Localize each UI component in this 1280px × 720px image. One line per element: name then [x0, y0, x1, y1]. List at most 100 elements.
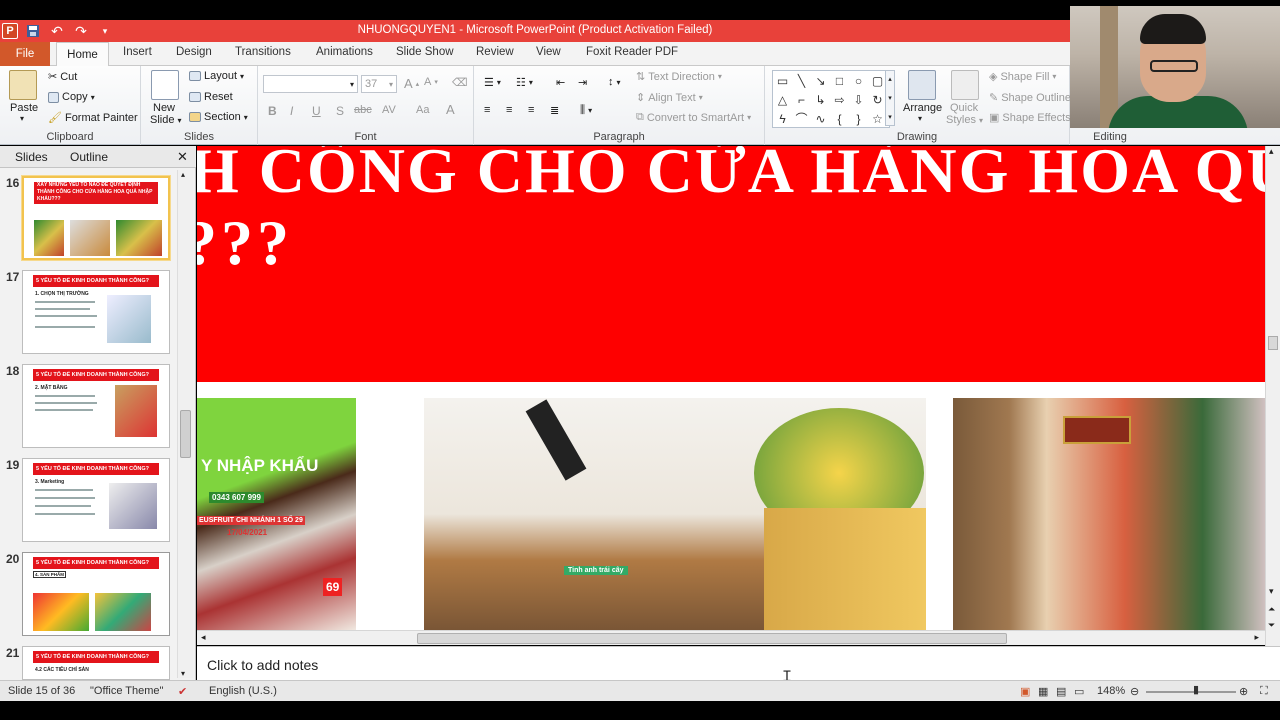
right-arrow-shape-icon[interactable]: ⇨	[830, 90, 849, 109]
elbow-arrow-icon[interactable]: ↳	[811, 90, 830, 109]
previous-slide-icon[interactable]: ⏶	[1268, 604, 1275, 615]
layout-button[interactable]: Layout ▾	[189, 70, 244, 82]
notes-placeholder[interactable]: Click to add notes	[207, 657, 318, 673]
shape-outline-button[interactable]: ✎ Shape Outline	[989, 91, 1071, 105]
clear-formatting-icon[interactable]: ⌫	[452, 76, 468, 89]
slide-title-line-1[interactable]: H CÔNG CHO CỬA HÀNG HOA QU	[197, 146, 1265, 208]
down-arrow-shape-icon[interactable]: ⇩	[849, 90, 868, 109]
horizontal-scrollbar[interactable]: ◂ ▸	[197, 630, 1265, 645]
tab-transitions[interactable]: Transitions	[235, 46, 291, 58]
section-button[interactable]: Section ▾	[189, 111, 248, 123]
align-center-icon[interactable]: ≡	[506, 104, 512, 116]
tab-slides[interactable]: Slides	[15, 150, 48, 164]
cut-button[interactable]: ✂ Cut	[48, 70, 77, 84]
undo-icon[interactable]: ↶	[48, 22, 66, 40]
tab-outline[interactable]: Outline	[70, 150, 108, 164]
vertical-scrollbar[interactable]: ▴ ▾ ⏶ ⏷	[1265, 146, 1280, 646]
zoom-slider-thumb[interactable]: ▮	[1193, 683, 1199, 696]
bold-button[interactable]: B	[268, 104, 277, 118]
reading-view-icon[interactable]: ▤	[1056, 685, 1066, 698]
character-spacing-button[interactable]: AV	[382, 104, 396, 116]
strikethrough-button[interactable]: abc	[354, 104, 372, 116]
panel-scroll-thumb[interactable]	[180, 410, 191, 458]
store-photo-1[interactable]: Y NHẬP KHẨU 0343 607 999 EUSFRUIT CHI NH…	[197, 398, 356, 630]
font-color-button[interactable]: A	[446, 102, 455, 117]
quick-styles-button[interactable]: Styles ▾	[946, 114, 983, 126]
redo-icon[interactable]: ↷	[72, 22, 90, 40]
tab-insert[interactable]: Insert	[123, 46, 152, 58]
line-shape-icon[interactable]: ╲	[792, 71, 811, 90]
notes-pane[interactable]: Click to add notes	[197, 646, 1280, 680]
oval-shape-icon[interactable]: ○	[849, 71, 868, 90]
change-case-button[interactable]: Aa	[416, 104, 429, 116]
elbow-connector-icon[interactable]: ⌐	[792, 90, 811, 109]
text-direction-button[interactable]: ⇅ Text Direction ▾	[636, 70, 722, 84]
customize-qat-icon[interactable]: ▾	[96, 22, 114, 40]
grow-font-button[interactable]: A ▴	[404, 76, 419, 91]
align-right-icon[interactable]: ≡	[528, 104, 534, 116]
triangle-shape-icon[interactable]: △	[773, 90, 792, 109]
zoom-slider[interactable]	[1146, 691, 1236, 693]
reset-button[interactable]: Reset	[189, 91, 233, 103]
tab-foxit-reader-pdf[interactable]: Foxit Reader PDF	[586, 46, 678, 58]
freeform-shape-icon[interactable]: ϟ	[773, 109, 792, 128]
new-slide-icon[interactable]	[151, 70, 179, 100]
slide-thumbnail[interactable]: 5 YẾU TỐ ĐỂ KINH DOANH THÀNH CÔNG? 2. MẶ…	[22, 364, 170, 448]
shadow-button[interactable]: S	[336, 104, 344, 118]
powerpoint-app-icon[interactable]: P	[2, 23, 18, 39]
tab-file[interactable]: File	[0, 42, 50, 66]
left-brace-shape-icon[interactable]: {	[830, 109, 849, 128]
paste-button[interactable]: Paste	[10, 102, 38, 114]
tab-slide-show[interactable]: Slide Show	[396, 46, 454, 58]
shrink-font-button[interactable]: A ▾	[424, 76, 438, 88]
store-photo-2[interactable]: Tinh anh trái cây	[424, 398, 926, 630]
align-text-button[interactable]: ⇕ Align Text ▾	[636, 91, 703, 105]
tab-animations[interactable]: Animations	[316, 46, 373, 58]
shape-fill-button[interactable]: ◈ Shape Fill ▾	[989, 70, 1056, 84]
arrow-line-shape-icon[interactable]: ↘	[811, 71, 830, 90]
slide-thumbnail[interactable]: 5 YẾU TỐ ĐỂ KINH DOANH THÀNH CÔNG? 4. SẢ…	[22, 552, 170, 636]
quick-styles-label-1[interactable]: Quick	[950, 102, 978, 114]
chevron-down-icon[interactable]: ▾	[918, 114, 922, 123]
slide-thumbnail[interactable]: 5 YẾU TỐ ĐỂ KINH DOANH THÀNH CÔNG? 1. CH…	[22, 270, 170, 354]
slide-thumbnail[interactable]: 5 YẾU TỐ ĐỂ KINH DOANH THÀNH CÔNG? 4.2 C…	[22, 646, 170, 680]
scribble-shape-icon[interactable]: ∿	[811, 109, 830, 128]
tab-view[interactable]: View	[536, 46, 561, 58]
new-slide-label-1[interactable]: New	[153, 102, 175, 114]
slide-thumbnail[interactable]: 5 YẾU TỐ ĐỂ KINH DOANH THÀNH CÔNG? 3. Ma…	[22, 458, 170, 542]
slide-show-view-icon[interactable]: ▭	[1074, 685, 1084, 698]
line-spacing-icon[interactable]: ↕ ▾	[608, 76, 621, 88]
numbering-icon[interactable]: ☷ ▾	[516, 76, 533, 89]
next-slide-icon[interactable]: ⏷	[1268, 620, 1275, 631]
font-size-select[interactable]: 37 ▾	[361, 75, 397, 93]
scroll-right-icon[interactable]: ▸	[1254, 632, 1259, 643]
format-painter-button[interactable]: 🖌 Format Painter	[48, 111, 138, 125]
arrange-button[interactable]: Arrange	[903, 102, 942, 114]
tab-review[interactable]: Review	[476, 46, 514, 58]
panel-scrollbar[interactable]: ▴ ▾	[177, 170, 193, 678]
scroll-down-icon[interactable]: ▾	[1269, 586, 1274, 597]
tab-design[interactable]: Design	[176, 46, 212, 58]
right-brace-shape-icon[interactable]: }	[849, 109, 868, 128]
slide-thumbnail[interactable]: XÂY NHỮNG YẾU TỐ NÀO ĐỂ QUYẾT ĐỊNH THÀNH…	[22, 176, 170, 260]
tab-home[interactable]: Home	[56, 42, 109, 67]
zoom-level[interactable]: 148%	[1097, 685, 1125, 697]
slide-canvas[interactable]: H CÔNG CHO CỬA HÀNG HOA QU ??? Y NHẬP KH…	[197, 146, 1265, 630]
scroll-up-icon[interactable]: ▴	[1269, 146, 1274, 157]
zoom-in-icon[interactable]: ⊕	[1239, 685, 1248, 698]
close-icon[interactable]: ✕	[177, 149, 188, 165]
increase-indent-icon[interactable]: ⇥	[578, 76, 587, 89]
zoom-out-icon[interactable]: ⊖	[1130, 685, 1139, 698]
justify-icon[interactable]: ≣	[550, 104, 559, 117]
quick-styles-icon[interactable]	[951, 70, 979, 100]
decrease-indent-icon[interactable]: ⇤	[556, 76, 565, 89]
underline-button[interactable]: U	[312, 104, 321, 118]
font-name-select[interactable]: ▾	[263, 75, 358, 93]
shape-effects-button[interactable]: ▣ Shape Effects	[989, 111, 1071, 125]
scroll-left-icon[interactable]: ◂	[201, 632, 206, 643]
vertical-scroll-thumb[interactable]	[1268, 336, 1278, 350]
italic-button[interactable]: I	[290, 104, 293, 118]
spelling-check-icon[interactable]: ✔	[178, 685, 187, 698]
store-photo-3[interactable]	[953, 398, 1265, 630]
columns-icon[interactable]: ⫼ ▾	[580, 104, 592, 117]
